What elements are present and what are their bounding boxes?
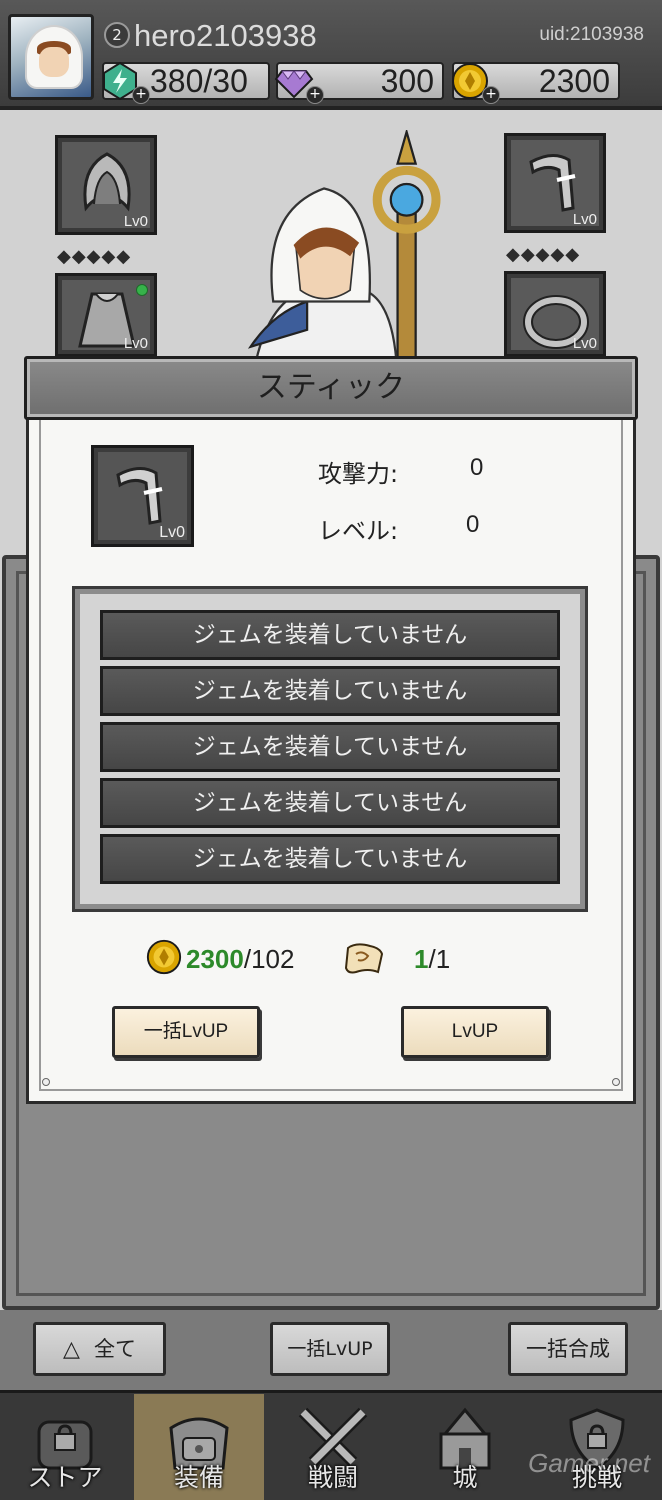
coin-owned: 2300	[186, 944, 244, 974]
nav-equip[interactable]: 装備	[134, 1394, 264, 1500]
cloak-level: Lv0	[123, 335, 148, 352]
selected-item-level: Lv0	[159, 524, 185, 541]
player-name: hero2103938	[134, 18, 317, 53]
equip-slot-hood[interactable]: Lv0	[55, 135, 157, 235]
scroll-cost: 1/1	[414, 944, 450, 975]
scroll-required: /1	[428, 944, 451, 974]
level-label: レベル:	[318, 517, 399, 545]
hood-gem-slots: ◆◆◆◆◆	[57, 246, 132, 267]
rivet	[612, 1078, 620, 1086]
attack-value: 0	[470, 454, 484, 481]
gem-slot-4[interactable]: ジェムを装着していません	[100, 778, 560, 828]
watermark: Gamer.net	[528, 1448, 650, 1478]
weapon-gem-slots: ◆◆◆◆◆	[506, 244, 581, 265]
nav-castle[interactable]: 城	[400, 1394, 530, 1500]
nav-store[interactable]: ストア	[0, 1394, 130, 1500]
nav-store-label: ストア	[27, 1463, 103, 1492]
modal-title-bar: スティック	[24, 356, 638, 420]
coin-icon	[146, 939, 182, 975]
filter-all-button[interactable]: △ 全て	[33, 1322, 166, 1376]
bulk-merge-button[interactable]: 一括合成	[508, 1322, 628, 1376]
nav-battle[interactable]: 戦闘	[268, 1394, 398, 1500]
coin-required: /102	[243, 944, 295, 974]
gem-counter[interactable]: 300 +	[274, 62, 444, 104]
player-uid: uid:2103938	[539, 24, 644, 45]
ring-level: Lv0	[572, 335, 597, 352]
energy-value: 380/30	[150, 63, 248, 99]
bulk-lvup-button[interactable]: 一括LvUP	[270, 1322, 390, 1376]
nav-castle-label: 城	[452, 1463, 478, 1492]
add-gem-icon[interactable]: +	[306, 86, 324, 104]
nav-equip-label: 装備	[173, 1463, 224, 1492]
filter-all-label: 全て	[93, 1337, 136, 1361]
modal-title: スティック	[256, 370, 406, 405]
attack-label: 攻撃力:	[318, 460, 399, 488]
nav-battle-label: 戦闘	[307, 1463, 358, 1492]
equip-slot-weapon[interactable]: Lv0	[504, 133, 606, 233]
coin-counter[interactable]: 2300 +	[452, 62, 620, 104]
add-coin-icon[interactable]: +	[482, 86, 500, 104]
gem-slot-1[interactable]: ジェムを装着していません	[100, 610, 560, 660]
hood-level: Lv0	[123, 213, 148, 230]
stick-icon	[116, 467, 163, 525]
nav-challenge[interactable]: 挑戦	[532, 1394, 662, 1500]
stick-icon	[529, 154, 576, 212]
player-avatar[interactable]	[8, 14, 94, 100]
modal-lvup-button[interactable]: LvUP	[401, 1006, 549, 1058]
scroll-icon	[344, 943, 384, 974]
equip-slot-ring[interactable]: Lv0	[504, 271, 606, 357]
rivet	[42, 1078, 50, 1086]
hero-character-illustration	[247, 130, 441, 360]
scroll-owned: 1	[414, 944, 429, 974]
add-energy-icon[interactable]: +	[132, 86, 150, 104]
weapon-level: Lv0	[572, 211, 597, 228]
hood-icon	[83, 152, 131, 212]
gem-slot-5[interactable]: ジェムを装着していません	[100, 834, 560, 884]
gem-slot-3[interactable]: ジェムを装着していません	[100, 722, 560, 772]
new-item-indicator	[136, 284, 148, 296]
modal-bulk-lvup-button[interactable]: 一括LvUP	[112, 1006, 260, 1058]
coin-value: 2300	[538, 63, 610, 99]
filter-icon: △	[63, 1337, 80, 1362]
selected-item-icon: Lv0	[91, 445, 194, 547]
level-value: 0	[466, 511, 480, 538]
gem-value: 300	[380, 63, 434, 99]
gem-slot-2[interactable]: ジェムを装着していません	[100, 666, 560, 716]
player-level-badge: 2	[104, 22, 130, 48]
coin-cost: 2300/102	[186, 944, 294, 975]
energy-counter[interactable]: 380/30 +	[102, 61, 270, 104]
